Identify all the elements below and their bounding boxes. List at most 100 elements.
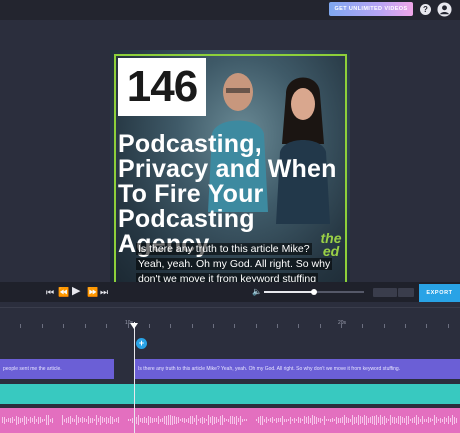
waveform-bar — [450, 418, 451, 422]
waveform-bar — [244, 419, 245, 421]
waveform-bar — [404, 417, 405, 423]
ruler-tick — [42, 324, 43, 328]
waveform-bar — [402, 417, 403, 423]
waveform-bar — [20, 417, 21, 423]
waveform-bar — [166, 415, 167, 425]
waveform-bar — [452, 415, 453, 425]
help-icon[interactable]: ? — [420, 4, 431, 15]
waveform-bar — [6, 418, 7, 422]
waveform-bar — [352, 415, 353, 425]
ruler-tick — [384, 324, 385, 328]
waveform-bar — [230, 416, 231, 424]
waveform-bar — [102, 417, 103, 423]
waveform-bar — [184, 417, 185, 423]
ruler-tick — [256, 324, 257, 328]
waveform-bar — [348, 417, 349, 423]
rewind-icon[interactable]: ⏪ — [58, 286, 69, 298]
waveform-bar — [76, 415, 77, 425]
waveform-bar — [332, 418, 333, 422]
waveform-bar — [378, 417, 379, 423]
playhead-handle[interactable] — [130, 323, 138, 329]
caption-line-1: Is there any truth to this article Mike? — [136, 243, 312, 255]
aspect-thumbnail[interactable] — [373, 288, 397, 297]
waveform-bar — [36, 418, 37, 422]
timeline: 10s 20s people sent me the article. Is t… — [0, 302, 460, 433]
waveform-bar — [336, 416, 337, 424]
waveform-bar — [30, 417, 31, 423]
waveform-bar — [278, 418, 279, 422]
ruler-tick — [426, 324, 427, 328]
waveform-bar — [304, 416, 305, 424]
title-line-3: To Fire Your — [118, 180, 264, 208]
waveform-bar — [268, 419, 269, 421]
waveform-bar — [46, 415, 47, 425]
waveform-bar — [14, 419, 15, 421]
waveform-bar — [292, 419, 293, 421]
subtitle-clip[interactable]: Is there any truth to this article Mike?… — [135, 359, 460, 379]
waveform-bar — [72, 418, 73, 422]
waveform-bar — [428, 417, 429, 423]
add-clip-button[interactable]: + — [136, 338, 147, 349]
waveform-bar — [440, 417, 441, 423]
subtitle-clip[interactable]: people sent me the article. — [0, 359, 114, 379]
ruler-tick — [20, 324, 21, 328]
waveform-bar — [64, 418, 65, 422]
waveform-bar — [276, 417, 277, 423]
waveform-bar — [116, 418, 117, 422]
waveform-bar — [110, 416, 111, 424]
waveform-bar — [444, 416, 445, 424]
waveform-bar — [164, 416, 165, 424]
waveform-bar — [376, 415, 377, 425]
waveform-bar — [324, 415, 325, 425]
waveform-bar — [198, 419, 199, 421]
export-button[interactable]: EXPORT — [419, 284, 460, 302]
account-icon[interactable] — [437, 2, 452, 17]
waveform-bar — [106, 416, 107, 424]
waveform-bar — [104, 418, 105, 422]
play-icon[interactable]: ▶ — [72, 285, 80, 297]
time-ruler[interactable]: 10s 20s — [0, 306, 460, 332]
video-track[interactable] — [0, 384, 460, 404]
waveform-bar — [420, 418, 421, 422]
skip-back-icon[interactable]: ⏮ — [46, 286, 54, 298]
waveform-bar — [196, 415, 197, 425]
waveform-bar — [172, 415, 173, 425]
waveform-bar — [74, 418, 75, 422]
waveform-bar — [170, 415, 171, 425]
waveform-bar — [188, 417, 189, 423]
ruler-tick — [320, 324, 321, 328]
waveform-bar — [84, 418, 85, 422]
waveform-bar — [132, 417, 133, 423]
editor-app: GET UNLIMITED VIDEOS ? 146 Podcasting, P… — [0, 0, 460, 433]
volume-slider[interactable] — [264, 289, 364, 295]
waveform-bar — [62, 415, 63, 425]
subtitle-overlay[interactable]: Is there any truth to this article Mike?… — [136, 242, 336, 287]
audio-track[interactable] — [0, 408, 460, 433]
waveform-bar — [66, 417, 67, 423]
waveform-bar — [90, 417, 91, 423]
volume-icon[interactable]: 🔈 — [252, 287, 262, 296]
waveform-bar — [180, 419, 181, 421]
waveform-bar — [328, 419, 329, 421]
waveform-bar — [300, 417, 301, 423]
waveform-bar — [22, 418, 23, 422]
waveform-bar — [10, 417, 11, 423]
waveform-bar — [396, 417, 397, 423]
waveform-bar — [256, 419, 257, 421]
waveform-bar — [26, 416, 27, 424]
waveform-bar — [314, 416, 315, 424]
skip-forward-icon[interactable]: ⏭ — [100, 286, 108, 298]
waveform-bar — [232, 416, 233, 424]
waveform-bar — [434, 415, 435, 425]
waveform-bar — [296, 419, 297, 421]
fast-forward-icon[interactable]: ⏩ — [87, 286, 98, 298]
layout-thumbnail[interactable] — [398, 288, 414, 297]
waveform-bar — [194, 418, 195, 422]
volume-knob[interactable] — [311, 289, 317, 295]
waveform-bar — [142, 417, 143, 423]
waveform-bar — [448, 416, 449, 424]
waveform-bar — [144, 417, 145, 423]
waveform-bar — [238, 418, 239, 422]
get-unlimited-videos-button[interactable]: GET UNLIMITED VIDEOS — [329, 2, 413, 16]
waveform-bar — [118, 417, 119, 423]
